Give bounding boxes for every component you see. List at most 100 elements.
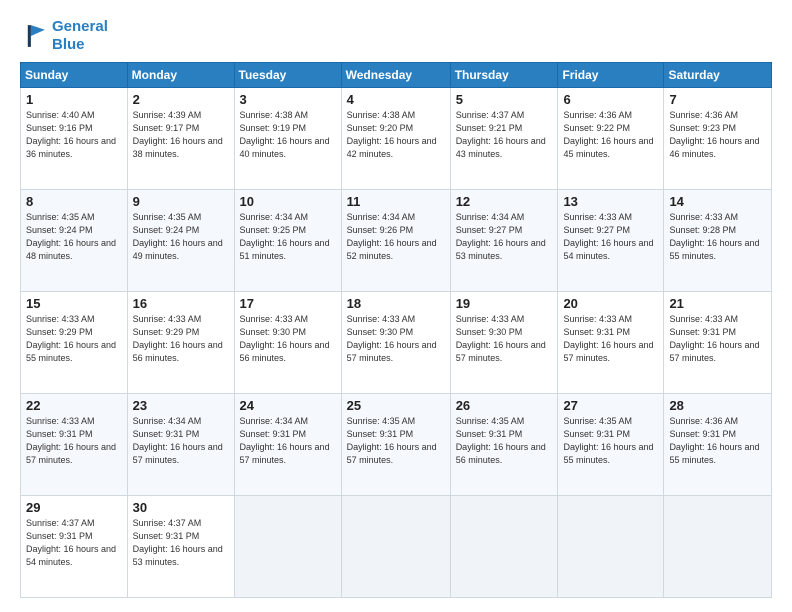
day-detail: Sunrise: 4:34 AM Sunset: 9:26 PM Dayligh… [347, 211, 445, 263]
calendar-cell [558, 496, 664, 598]
day-detail: Sunrise: 4:34 AM Sunset: 9:31 PM Dayligh… [240, 415, 336, 467]
logo-text: General Blue [52, 18, 108, 54]
calendar-cell: 24 Sunrise: 4:34 AM Sunset: 9:31 PM Dayl… [234, 394, 341, 496]
calendar-cell: 11 Sunrise: 4:34 AM Sunset: 9:26 PM Dayl… [341, 190, 450, 292]
day-detail: Sunrise: 4:33 AM Sunset: 9:31 PM Dayligh… [669, 313, 766, 365]
calendar-cell: 5 Sunrise: 4:37 AM Sunset: 9:21 PM Dayli… [450, 88, 558, 190]
day-detail: Sunrise: 4:35 AM Sunset: 9:31 PM Dayligh… [456, 415, 553, 467]
calendar-cell: 8 Sunrise: 4:35 AM Sunset: 9:24 PM Dayli… [21, 190, 128, 292]
day-detail: Sunrise: 4:35 AM Sunset: 9:24 PM Dayligh… [26, 211, 122, 263]
calendar-cell: 4 Sunrise: 4:38 AM Sunset: 9:20 PM Dayli… [341, 88, 450, 190]
day-detail: Sunrise: 4:33 AM Sunset: 9:31 PM Dayligh… [563, 313, 658, 365]
logo: General Blue [20, 18, 108, 54]
calendar-cell: 17 Sunrise: 4:33 AM Sunset: 9:30 PM Dayl… [234, 292, 341, 394]
calendar-cell: 30 Sunrise: 4:37 AM Sunset: 9:31 PM Dayl… [127, 496, 234, 598]
calendar-week-row: 22 Sunrise: 4:33 AM Sunset: 9:31 PM Dayl… [21, 394, 772, 496]
calendar-cell: 21 Sunrise: 4:33 AM Sunset: 9:31 PM Dayl… [664, 292, 772, 394]
calendar-cell: 9 Sunrise: 4:35 AM Sunset: 9:24 PM Dayli… [127, 190, 234, 292]
day-number: 18 [347, 296, 445, 311]
day-number: 26 [456, 398, 553, 413]
day-number: 14 [669, 194, 766, 209]
page: General Blue SundayMondayTuesdayWednesda… [0, 0, 792, 612]
day-detail: Sunrise: 4:34 AM Sunset: 9:27 PM Dayligh… [456, 211, 553, 263]
day-detail: Sunrise: 4:33 AM Sunset: 9:30 PM Dayligh… [347, 313, 445, 365]
day-detail: Sunrise: 4:33 AM Sunset: 9:30 PM Dayligh… [240, 313, 336, 365]
day-number: 6 [563, 92, 658, 107]
day-number: 11 [347, 194, 445, 209]
day-detail: Sunrise: 4:38 AM Sunset: 9:19 PM Dayligh… [240, 109, 336, 161]
day-detail: Sunrise: 4:33 AM Sunset: 9:30 PM Dayligh… [456, 313, 553, 365]
calendar-cell: 12 Sunrise: 4:34 AM Sunset: 9:27 PM Dayl… [450, 190, 558, 292]
weekday-header-thursday: Thursday [450, 63, 558, 88]
calendar-cell: 28 Sunrise: 4:36 AM Sunset: 9:31 PM Dayl… [664, 394, 772, 496]
day-number: 13 [563, 194, 658, 209]
day-detail: Sunrise: 4:37 AM Sunset: 9:21 PM Dayligh… [456, 109, 553, 161]
day-number: 19 [456, 296, 553, 311]
day-number: 30 [133, 500, 229, 515]
day-detail: Sunrise: 4:36 AM Sunset: 9:22 PM Dayligh… [563, 109, 658, 161]
calendar-cell: 18 Sunrise: 4:33 AM Sunset: 9:30 PM Dayl… [341, 292, 450, 394]
calendar-cell: 6 Sunrise: 4:36 AM Sunset: 9:22 PM Dayli… [558, 88, 664, 190]
day-number: 24 [240, 398, 336, 413]
weekday-header-tuesday: Tuesday [234, 63, 341, 88]
weekday-header-wednesday: Wednesday [341, 63, 450, 88]
day-number: 7 [669, 92, 766, 107]
calendar-cell: 2 Sunrise: 4:39 AM Sunset: 9:17 PM Dayli… [127, 88, 234, 190]
day-detail: Sunrise: 4:34 AM Sunset: 9:31 PM Dayligh… [133, 415, 229, 467]
calendar-cell [341, 496, 450, 598]
day-detail: Sunrise: 4:37 AM Sunset: 9:31 PM Dayligh… [133, 517, 229, 569]
logo-icon [20, 22, 48, 50]
calendar-week-row: 8 Sunrise: 4:35 AM Sunset: 9:24 PM Dayli… [21, 190, 772, 292]
day-detail: Sunrise: 4:35 AM Sunset: 9:31 PM Dayligh… [347, 415, 445, 467]
day-number: 10 [240, 194, 336, 209]
calendar-cell: 20 Sunrise: 4:33 AM Sunset: 9:31 PM Dayl… [558, 292, 664, 394]
day-detail: Sunrise: 4:33 AM Sunset: 9:29 PM Dayligh… [133, 313, 229, 365]
day-number: 22 [26, 398, 122, 413]
day-number: 25 [347, 398, 445, 413]
day-number: 15 [26, 296, 122, 311]
calendar-cell: 27 Sunrise: 4:35 AM Sunset: 9:31 PM Dayl… [558, 394, 664, 496]
calendar-cell: 7 Sunrise: 4:36 AM Sunset: 9:23 PM Dayli… [664, 88, 772, 190]
day-number: 5 [456, 92, 553, 107]
calendar-cell: 26 Sunrise: 4:35 AM Sunset: 9:31 PM Dayl… [450, 394, 558, 496]
day-number: 29 [26, 500, 122, 515]
calendar-cell: 13 Sunrise: 4:33 AM Sunset: 9:27 PM Dayl… [558, 190, 664, 292]
day-detail: Sunrise: 4:36 AM Sunset: 9:23 PM Dayligh… [669, 109, 766, 161]
day-number: 9 [133, 194, 229, 209]
day-number: 16 [133, 296, 229, 311]
day-detail: Sunrise: 4:33 AM Sunset: 9:29 PM Dayligh… [26, 313, 122, 365]
day-number: 17 [240, 296, 336, 311]
day-number: 28 [669, 398, 766, 413]
day-number: 23 [133, 398, 229, 413]
calendar-table: SundayMondayTuesdayWednesdayThursdayFrid… [20, 62, 772, 598]
calendar-week-row: 29 Sunrise: 4:37 AM Sunset: 9:31 PM Dayl… [21, 496, 772, 598]
calendar-cell: 3 Sunrise: 4:38 AM Sunset: 9:19 PM Dayli… [234, 88, 341, 190]
calendar-cell: 14 Sunrise: 4:33 AM Sunset: 9:28 PM Dayl… [664, 190, 772, 292]
calendar-cell: 29 Sunrise: 4:37 AM Sunset: 9:31 PM Dayl… [21, 496, 128, 598]
day-number: 1 [26, 92, 122, 107]
calendar-week-row: 15 Sunrise: 4:33 AM Sunset: 9:29 PM Dayl… [21, 292, 772, 394]
header: General Blue [20, 18, 772, 54]
calendar-cell: 25 Sunrise: 4:35 AM Sunset: 9:31 PM Dayl… [341, 394, 450, 496]
calendar-cell: 19 Sunrise: 4:33 AM Sunset: 9:30 PM Dayl… [450, 292, 558, 394]
weekday-header-friday: Friday [558, 63, 664, 88]
day-detail: Sunrise: 4:33 AM Sunset: 9:31 PM Dayligh… [26, 415, 122, 467]
calendar-cell: 16 Sunrise: 4:33 AM Sunset: 9:29 PM Dayl… [127, 292, 234, 394]
day-number: 20 [563, 296, 658, 311]
calendar-cell: 15 Sunrise: 4:33 AM Sunset: 9:29 PM Dayl… [21, 292, 128, 394]
day-number: 2 [133, 92, 229, 107]
weekday-header-monday: Monday [127, 63, 234, 88]
calendar-cell: 23 Sunrise: 4:34 AM Sunset: 9:31 PM Dayl… [127, 394, 234, 496]
calendar-cell: 1 Sunrise: 4:40 AM Sunset: 9:16 PM Dayli… [21, 88, 128, 190]
calendar-cell [234, 496, 341, 598]
day-number: 8 [26, 194, 122, 209]
day-number: 21 [669, 296, 766, 311]
day-detail: Sunrise: 4:35 AM Sunset: 9:31 PM Dayligh… [563, 415, 658, 467]
weekday-header-sunday: Sunday [21, 63, 128, 88]
calendar-header-row: SundayMondayTuesdayWednesdayThursdayFrid… [21, 63, 772, 88]
day-detail: Sunrise: 4:37 AM Sunset: 9:31 PM Dayligh… [26, 517, 122, 569]
calendar-week-row: 1 Sunrise: 4:40 AM Sunset: 9:16 PM Dayli… [21, 88, 772, 190]
day-number: 3 [240, 92, 336, 107]
day-number: 27 [563, 398, 658, 413]
day-detail: Sunrise: 4:33 AM Sunset: 9:27 PM Dayligh… [563, 211, 658, 263]
